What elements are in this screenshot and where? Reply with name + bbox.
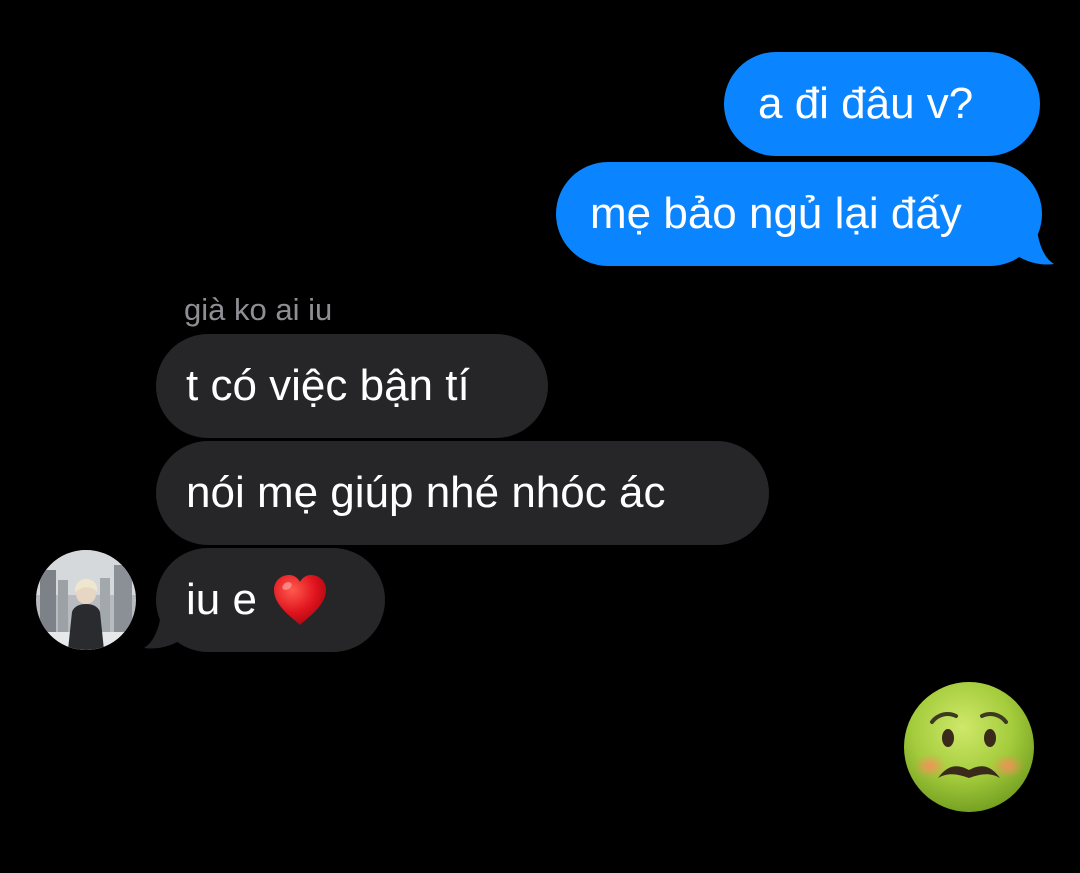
received-message-bubble[interactable]: t có việc bận tí [156,334,548,438]
sender-name-label: già ko ai iu [184,292,333,327]
red-heart-icon [273,575,326,625]
received-message-bubble[interactable]: iu e [156,548,385,652]
message-text: iu e [186,575,257,624]
message-text: mẹ bảo ngủ lại đấy [590,189,962,238]
sent-message-bubble[interactable]: a đi đâu v? [724,52,1040,156]
message-text: t có việc bận tí [186,361,470,410]
message-text: nói mẹ giúp nhé nhóc ác [186,468,666,517]
contact-avatar[interactable] [36,550,136,650]
nauseated-face-icon [904,682,1034,812]
received-bubble-tail [144,606,188,649]
avatar-photo [36,550,136,650]
sent-message-bubble[interactable]: mẹ bảo ngủ lại đấy [556,162,1042,266]
message-text: a đi đâu v? [758,79,974,128]
received-message-bubble[interactable]: nói mẹ giúp nhé nhóc ác [156,441,769,545]
sent-bubble-tail [1010,222,1054,265]
